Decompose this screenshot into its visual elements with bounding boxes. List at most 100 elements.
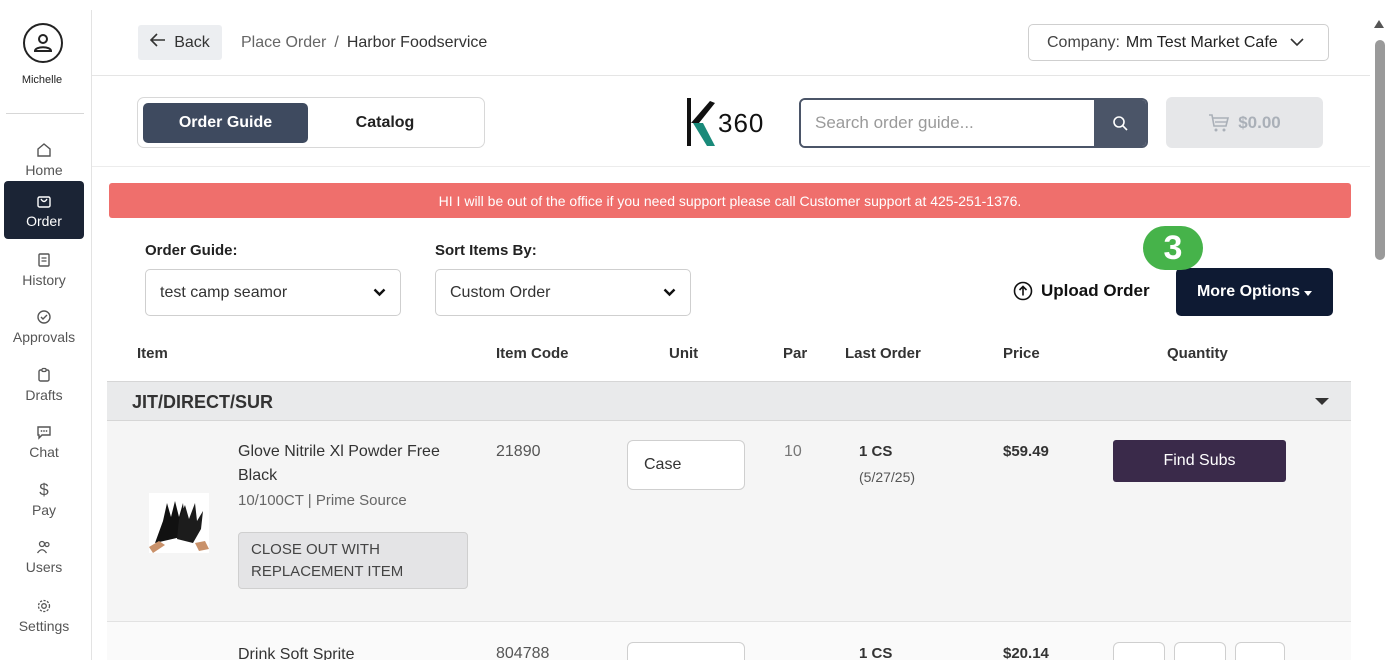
arrow-left-icon [150,33,166,52]
last-order-date: (5/27/25) [859,469,916,485]
nav-label-history: History [22,271,66,288]
nav-label-chat: Chat [29,443,59,460]
header-par: Par [783,345,808,362]
app-root: Michelle Home Order History Approvals Dr… [0,0,1386,660]
find-subs-label: Find Subs [1163,452,1236,469]
caret-down-icon [1304,290,1313,296]
banner-text: HI I will be out of the office if you ne… [438,192,1022,209]
header-item-code: Item Code [496,345,569,362]
avatar[interactable] [23,23,63,63]
header-unit: Unit [669,345,699,362]
group-header[interactable]: JIT/DIRECT/SUR [107,381,1351,421]
nav-label-users: Users [25,558,63,575]
home-icon [35,141,53,159]
nav-label-home: Home [25,161,63,178]
nav-label-approvals: Approvals [12,328,76,345]
chevron-down-icon [1290,34,1304,52]
sort-select[interactable]: Custom Order [435,269,691,316]
nav-item-approvals[interactable]: Approvals [4,297,84,355]
decrement-button[interactable] [1113,642,1165,660]
item-code: 804788 [496,645,550,660]
increment-button[interactable] [1235,642,1285,660]
scroll-up-icon[interactable] [1374,20,1384,28]
nav-item-home[interactable]: Home [4,130,84,188]
nav-item-users[interactable]: Users [4,527,84,585]
item-details: 10/100CT | Prime Source [238,492,407,509]
announcement-banner: HI I will be out of the office if you ne… [109,183,1351,218]
upload-order-button[interactable]: Upload Order [1013,281,1150,301]
nav-label-drafts: Drafts [25,386,63,403]
nav-item-settings[interactable]: Settings [4,586,84,644]
nav-item-order[interactable]: Order [4,181,84,239]
find-subs-button[interactable]: Find Subs [1113,440,1286,482]
header-item: Item [137,345,168,362]
chat-icon [35,423,53,441]
item-name-line2: Black [238,467,278,484]
sort-value: Custom Order [450,283,551,301]
cart-icon [1209,113,1230,131]
unit-select[interactable] [627,642,745,660]
nav-item-chat[interactable]: Chat [4,412,84,470]
tab-order-guide[interactable]: Order Guide [143,103,308,143]
sidebar: Michelle Home Order History Approvals Dr… [0,0,84,660]
view-toggle: Order Guide Catalog [137,97,485,148]
more-options-label: More Options [1196,283,1301,300]
divider [6,113,84,114]
order-guide-select[interactable]: test camp seamor [145,269,401,316]
nav-label-pay: Pay [31,501,57,518]
company-selector[interactable]: Company: Mm Test Market Cafe [1028,24,1329,61]
tab-catalog[interactable]: Catalog [330,103,440,143]
table-row: Glove Nitrile Xl Powder Free Black 10/10… [107,421,1351,622]
logo-text: 360 [718,107,765,138]
tag-line2: REPLACEMENT ITEM [251,563,404,580]
breadcrumb-separator: / [334,34,339,51]
tag-line1: CLOSE OUT WITH [251,541,380,558]
gear-icon [35,597,53,615]
clipboard-icon [35,366,53,384]
item-price: $20.14 [1003,645,1049,660]
user-icon [33,34,53,52]
chevron-down-icon [663,284,676,302]
item-name[interactable]: Drink Soft Sprite [238,643,354,660]
order-guide-label: Order Guide: [145,242,238,259]
user-name: Michelle [21,74,63,86]
unit-select[interactable]: Case [627,440,745,490]
search-input[interactable] [801,100,1094,146]
par-value: 10 [784,443,802,460]
nav-item-drafts[interactable]: Drafts [4,355,84,413]
nav-label-order: Order [26,212,62,229]
search-button[interactable] [1094,100,1146,146]
dollar-icon: $ [39,479,49,499]
more-options-button[interactable]: More Options [1176,268,1333,316]
breadcrumb-vendor: Harbor Foodservice [346,34,488,51]
search-icon [1113,116,1128,131]
scrollbar-thumb[interactable] [1375,40,1385,260]
cart-total: $0.00 [1238,112,1281,132]
item-code: 21890 [496,443,541,460]
company-value: Mm Test Market Cafe [1125,33,1278,51]
last-order-qty: 1 CS [859,645,893,660]
nav-item-history[interactable]: History [4,240,84,298]
header-quantity: Quantity [1167,345,1228,362]
item-name[interactable]: Glove Nitrile Xl Powder Free Black [238,440,468,488]
header-divider [92,75,1370,76]
users-icon [35,538,53,556]
last-order-qty: 1 CS [859,443,893,460]
quantity-input[interactable] [1174,642,1226,660]
nav-label-settings: Settings [18,617,70,634]
sort-label: Sort Items By: [435,242,537,259]
caret-down-icon[interactable] [1315,398,1329,405]
cart-button[interactable]: $0.00 [1166,97,1323,148]
sidebar-divider [91,10,92,660]
item-price: $59.49 [1003,443,1049,460]
k360-logo: 360 [686,96,778,150]
nav-item-pay[interactable]: $ Pay [4,470,84,528]
back-button[interactable]: Back [138,25,222,60]
step-badge: 3 [1143,226,1203,270]
breadcrumb-place-order[interactable]: Place Order [241,34,326,52]
item-name-line1: Glove Nitrile Xl Powder Free [238,443,440,460]
document-icon [35,251,53,269]
search-box [799,98,1148,148]
item-status-tag: CLOSE OUT WITH REPLACEMENT ITEM [238,532,468,589]
toolbar-divider [92,166,1370,167]
